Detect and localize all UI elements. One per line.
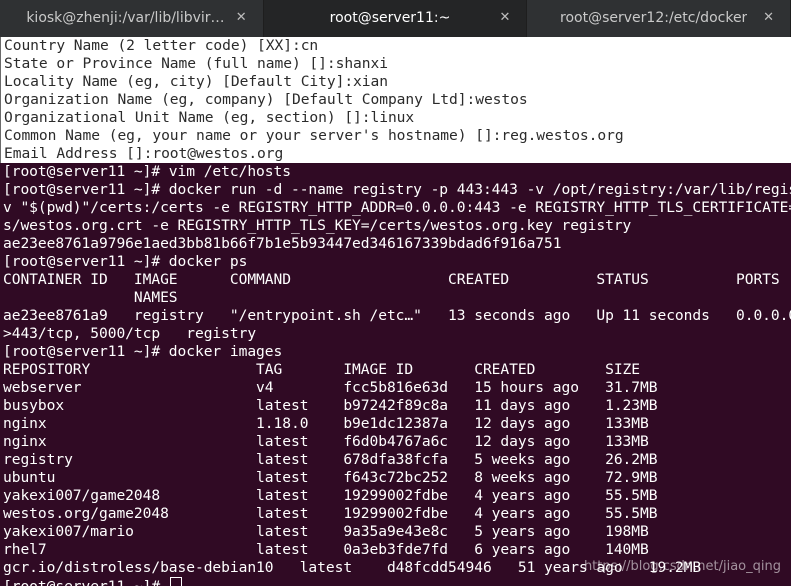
prompt-line[interactable]: [root@server11 ~]#	[0, 577, 791, 586]
terminal-line: nginx latest f6d0b4767a6c 12 days ago 13…	[3, 433, 649, 450]
terminal-line: Country Name (2 letter code) [XX]:cn	[1, 37, 791, 55]
terminal-line: v "$(pwd)"/certs:/certs -e REGISTRY_HTTP…	[3, 199, 791, 216]
terminal-line: ubuntu latest f643c72bc252 8 weeks ago 7…	[3, 469, 658, 486]
terminal-line: registry latest 678dfa38fcfa 5 weeks ago…	[3, 451, 658, 468]
close-icon[interactable]: ✕	[763, 0, 774, 36]
terminal-line: [root@server11 ~]# vim /etc/hosts	[3, 163, 291, 180]
tab-label: kiosk@zhenji:/var/lib/libvirt/images	[26, 10, 226, 26]
tab-bar: kiosk@zhenji:/var/lib/libvirt/images ✕ r…	[0, 0, 791, 38]
terminal-line: Email Address []:root@westos.org	[1, 145, 791, 163]
tab-kiosk[interactable]: kiosk@zhenji:/var/lib/libvirt/images ✕	[0, 0, 264, 37]
terminal-line: State or Province Name (full name) []:sh…	[1, 55, 791, 73]
terminal-line: Common Name (eg, your name or your serve…	[1, 127, 791, 145]
terminal-line: westos.org/game2048 latest 19299002fdbe …	[3, 505, 658, 522]
terminal-line: Organization Name (eg, company) [Default…	[1, 91, 791, 109]
watermark: https://blog.csdn.net/jiao_qing	[583, 559, 781, 574]
terminal-line: rhel7 latest 0a3eb3fde7fd 6 years ago 14…	[3, 541, 649, 558]
terminal-line: Organizational Unit Name (eg, section) […	[1, 109, 791, 127]
terminal-line: NAMES	[3, 289, 178, 306]
terminal-output[interactable]: Country Name (2 letter code) [XX]:cn Sta…	[0, 37, 791, 586]
tab-server11[interactable]: root@server11:~ ✕	[263, 0, 528, 37]
terminal-line: REPOSITORY TAG IMAGE ID CREATED SIZE	[3, 361, 641, 378]
terminal-line: Locality Name (eg, city) [Default City]:…	[1, 73, 791, 91]
terminal-line: webserver v4 fcc5b816e63d 15 hours ago 3…	[3, 379, 658, 396]
terminal-line: [root@server11 ~]# docker ps	[3, 253, 248, 270]
terminal-line: yakexi007/mario latest 9a35a9e43e8c 5 ye…	[3, 523, 649, 540]
terminal-line: ae23ee8761a9 registry "/entrypoint.sh /e…	[3, 307, 791, 324]
terminal-line: [root@server11 ~]# docker run -d --name …	[3, 181, 791, 198]
tab-label: root@server12:/etc/docker	[560, 10, 748, 26]
close-icon[interactable]: ✕	[236, 0, 247, 36]
prompt-text: [root@server11 ~]#	[3, 578, 169, 586]
text-cursor	[169, 577, 182, 586]
terminal-line: yakexi007/game2048 latest 19299002fdbe 4…	[3, 487, 658, 504]
terminal-line: nginx 1.18.0 b9e1dc12387a 12 days ago 13…	[3, 415, 649, 432]
tab-label: root@server11:~	[329, 10, 451, 26]
terminal-line: busybox latest b97242f89c8a 11 days ago …	[3, 397, 658, 414]
terminal-line: >443/tcp, 5000/tcp registry	[3, 325, 257, 342]
terminal-line: s/westos.org.crt -e REGISTRY_HTTP_TLS_KE…	[3, 217, 632, 234]
terminal-line: ae23ee8761a9796e1aed3bb81b66f7b1e5b93447…	[3, 235, 562, 252]
terminal-line: CONTAINER ID IMAGE COMMAND CREATED STATU…	[3, 271, 780, 288]
tab-server12[interactable]: root@server12:/etc/docker ✕	[527, 0, 791, 37]
close-icon[interactable]: ✕	[499, 0, 510, 36]
selected-output-block: Country Name (2 letter code) [XX]:cn Sta…	[0, 37, 791, 163]
terminal-line: [root@server11 ~]# docker images	[3, 343, 283, 360]
